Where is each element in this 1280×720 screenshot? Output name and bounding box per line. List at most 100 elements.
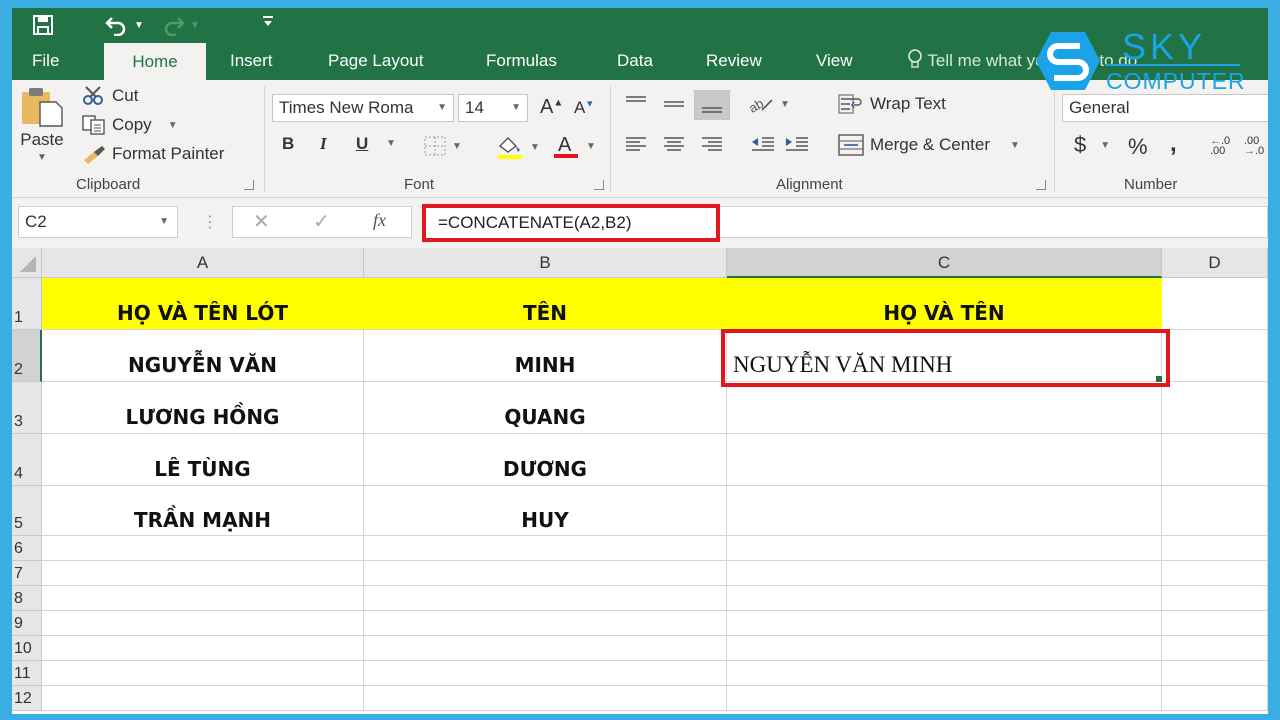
row-header-8[interactable]: 8: [12, 586, 42, 611]
cell-c11[interactable]: [727, 661, 1162, 686]
alignment-launcher-icon[interactable]: [1036, 180, 1046, 190]
cell-a10[interactable]: [42, 636, 364, 661]
decrease-indent-button[interactable]: [750, 134, 776, 154]
cell-b7[interactable]: [364, 561, 727, 586]
fill-color-button[interactable]: ▼: [496, 134, 540, 160]
cell-d12[interactable]: [1162, 686, 1268, 711]
cell-a11[interactable]: [42, 661, 364, 686]
row-header-1[interactable]: 1: [12, 278, 42, 330]
paste-button[interactable]: Paste ▼: [20, 86, 64, 163]
tab-formulas[interactable]: Formulas: [486, 42, 557, 80]
insert-function-icon[interactable]: fx: [373, 210, 386, 231]
font-color-button[interactable]: A ▼: [552, 132, 596, 160]
bold-button[interactable]: B: [282, 134, 294, 154]
save-icon[interactable]: [32, 14, 54, 36]
merge-center-button[interactable]: Merge & Center ▼: [838, 134, 1020, 156]
cell-d4[interactable]: [1162, 434, 1268, 486]
clipboard-launcher-icon[interactable]: [244, 180, 254, 190]
column-header-d[interactable]: D: [1162, 248, 1268, 278]
tab-review[interactable]: Review: [706, 42, 762, 80]
cell-a5[interactable]: TRẦN MẠNH: [42, 486, 364, 536]
enter-checkmark-icon[interactable]: ✓: [313, 209, 330, 234]
currency-button[interactable]: $ ▼: [1074, 132, 1110, 158]
fill-handle[interactable]: [1156, 376, 1162, 382]
cell-b9[interactable]: [364, 611, 727, 636]
cell-b4[interactable]: DƯƠNG: [364, 434, 727, 486]
cell-a6[interactable]: [42, 536, 364, 561]
row-header-10[interactable]: 10: [12, 636, 42, 661]
cell-d11[interactable]: [1162, 661, 1268, 686]
name-box[interactable]: C2 ▼: [18, 206, 178, 238]
cell-a2[interactable]: NGUYỄN VĂN: [42, 330, 364, 382]
cell-c10[interactable]: [727, 636, 1162, 661]
cell-a3[interactable]: LƯƠNG HỒNG: [42, 382, 364, 434]
borders-button[interactable]: ▼: [424, 136, 462, 156]
cell-c8[interactable]: [727, 586, 1162, 611]
undo-icon[interactable]: ▼: [104, 14, 144, 36]
cell-b8[interactable]: [364, 586, 727, 611]
cell-a1[interactable]: HỌ VÀ TÊN LÓT: [42, 278, 364, 330]
font-launcher-icon[interactable]: [594, 180, 604, 190]
cell-b11[interactable]: [364, 661, 727, 686]
cell-c5[interactable]: [727, 486, 1162, 536]
cell-b10[interactable]: [364, 636, 727, 661]
formula-input[interactable]: =CONCATENATE(A2,B2): [422, 204, 720, 242]
cell-d8[interactable]: [1162, 586, 1268, 611]
increase-decimal-button[interactable]: ←.0.00: [1210, 136, 1230, 157]
format-painter-button[interactable]: Format Painter: [82, 144, 224, 164]
cell-c7[interactable]: [727, 561, 1162, 586]
tab-file[interactable]: File: [32, 42, 59, 80]
align-right-button[interactable]: [700, 134, 724, 154]
top-align-button[interactable]: [624, 94, 648, 114]
number-format-dropdown[interactable]: General: [1062, 94, 1268, 122]
row-header-12[interactable]: 12: [12, 686, 42, 711]
cell-c1[interactable]: HỌ VÀ TÊN: [727, 278, 1162, 330]
align-left-button[interactable]: [624, 134, 648, 154]
row-header-2[interactable]: 2: [12, 330, 42, 382]
cell-b6[interactable]: [364, 536, 727, 561]
bottom-align-button[interactable]: [694, 90, 730, 120]
cell-b5[interactable]: HUY: [364, 486, 727, 536]
cell-c12[interactable]: [727, 686, 1162, 711]
wrap-text-button[interactable]: Wrap Text: [838, 94, 946, 114]
customize-qat-icon[interactable]: [262, 14, 274, 28]
increase-indent-button[interactable]: [784, 134, 810, 154]
tab-insert[interactable]: Insert: [230, 42, 273, 80]
cell-a9[interactable]: [42, 611, 364, 636]
cell-c4[interactable]: [727, 434, 1162, 486]
formula-input-extension[interactable]: [720, 206, 1268, 238]
cell-b2[interactable]: MINH: [364, 330, 727, 382]
row-header-9[interactable]: 9: [12, 611, 42, 636]
row-header-3[interactable]: 3: [12, 382, 42, 434]
font-name-dropdown[interactable]: Times New Roma ▼: [272, 94, 454, 122]
underline-button[interactable]: U: [356, 134, 368, 154]
tab-data[interactable]: Data: [617, 42, 653, 80]
font-size-dropdown[interactable]: 14 ▼: [458, 94, 528, 122]
decrease-decimal-button[interactable]: .00 →.0: [1244, 136, 1264, 157]
row-header-5[interactable]: 5: [12, 486, 42, 536]
cancel-icon[interactable]: ✕: [253, 209, 270, 234]
copy-button[interactable]: Copy ▼: [82, 115, 178, 135]
cell-d5[interactable]: [1162, 486, 1268, 536]
column-header-a[interactable]: A: [42, 248, 364, 278]
increase-font-size-button[interactable]: A▲: [540, 96, 563, 119]
column-header-c[interactable]: C: [727, 248, 1162, 278]
tab-page-layout[interactable]: Page Layout: [328, 42, 423, 80]
cell-c6[interactable]: [727, 536, 1162, 561]
cell-d2[interactable]: [1162, 330, 1268, 382]
tab-home[interactable]: Home: [104, 43, 206, 81]
italic-button[interactable]: I: [320, 134, 327, 154]
row-header-7[interactable]: 7: [12, 561, 42, 586]
cell-a7[interactable]: [42, 561, 364, 586]
cell-d7[interactable]: [1162, 561, 1268, 586]
cell-b3[interactable]: QUANG: [364, 382, 727, 434]
redo-icon[interactable]: ▼: [160, 14, 200, 36]
cut-button[interactable]: Cut: [82, 86, 138, 106]
row-header-11[interactable]: 11: [12, 661, 42, 686]
middle-align-button[interactable]: [662, 94, 686, 114]
cell-c3[interactable]: [727, 382, 1162, 434]
cell-d10[interactable]: [1162, 636, 1268, 661]
cell-a8[interactable]: [42, 586, 364, 611]
cell-d3[interactable]: [1162, 382, 1268, 434]
cell-a12[interactable]: [42, 686, 364, 711]
